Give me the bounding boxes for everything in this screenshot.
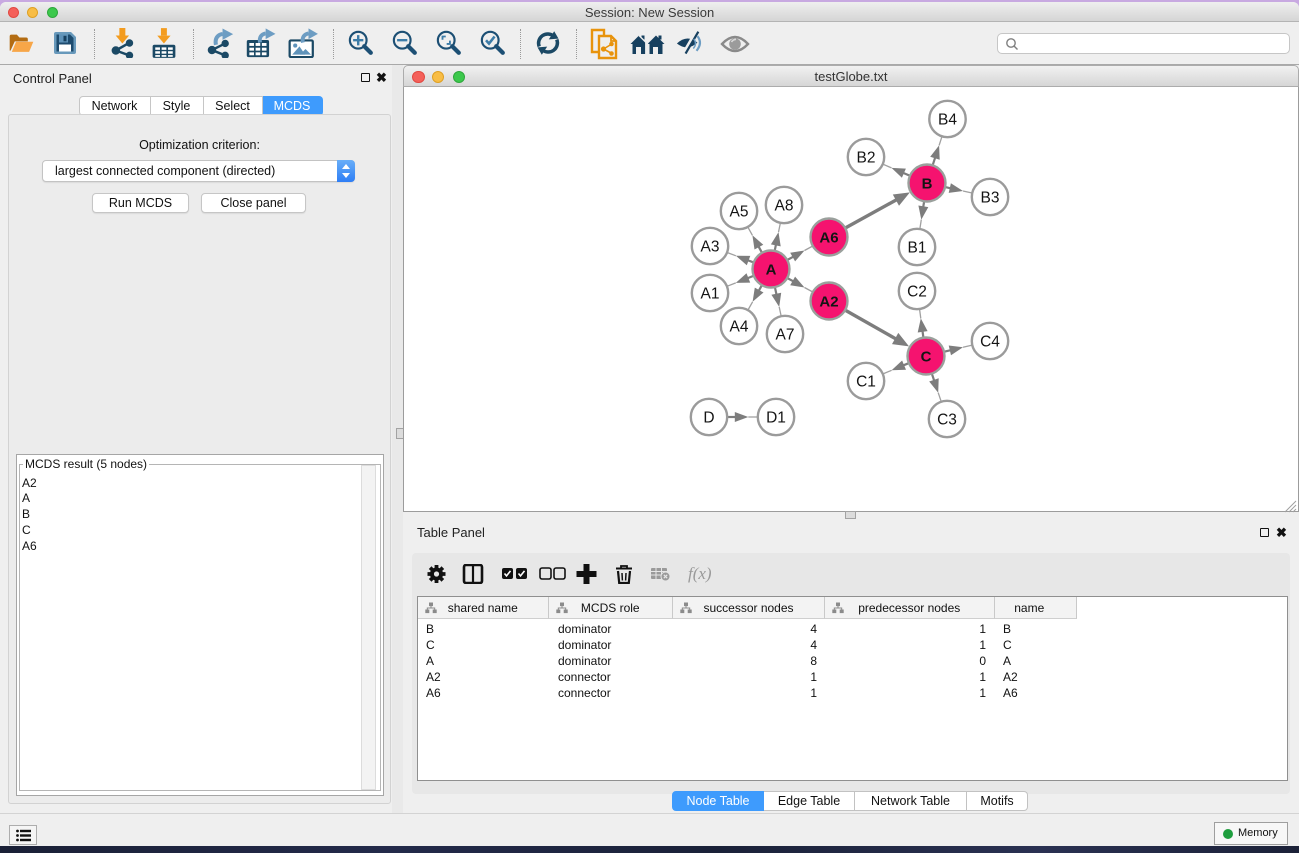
- svg-text:C3: C3: [937, 411, 957, 428]
- svg-text:C2: C2: [907, 283, 927, 300]
- svg-text:A: A: [766, 261, 777, 278]
- svg-text:C4: C4: [980, 333, 1000, 350]
- svg-text:B: B: [922, 175, 933, 192]
- svg-text:A5: A5: [730, 203, 749, 220]
- svg-text:A8: A8: [775, 197, 794, 214]
- svg-text:D1: D1: [766, 409, 786, 426]
- svg-text:C: C: [921, 348, 932, 365]
- svg-text:A1: A1: [701, 285, 720, 302]
- svg-text:B4: B4: [938, 111, 957, 128]
- svg-text:A2: A2: [819, 293, 838, 310]
- svg-text:A4: A4: [730, 318, 749, 335]
- svg-text:A7: A7: [776, 326, 795, 343]
- svg-text:C1: C1: [856, 373, 876, 390]
- svg-text:B1: B1: [908, 239, 927, 256]
- svg-text:D: D: [703, 409, 714, 426]
- svg-text:A3: A3: [701, 238, 720, 255]
- svg-text:B3: B3: [981, 189, 1000, 206]
- svg-text:B2: B2: [857, 149, 876, 166]
- svg-text:f(x): f(x): [688, 564, 712, 583]
- svg-text:A6: A6: [819, 229, 838, 246]
